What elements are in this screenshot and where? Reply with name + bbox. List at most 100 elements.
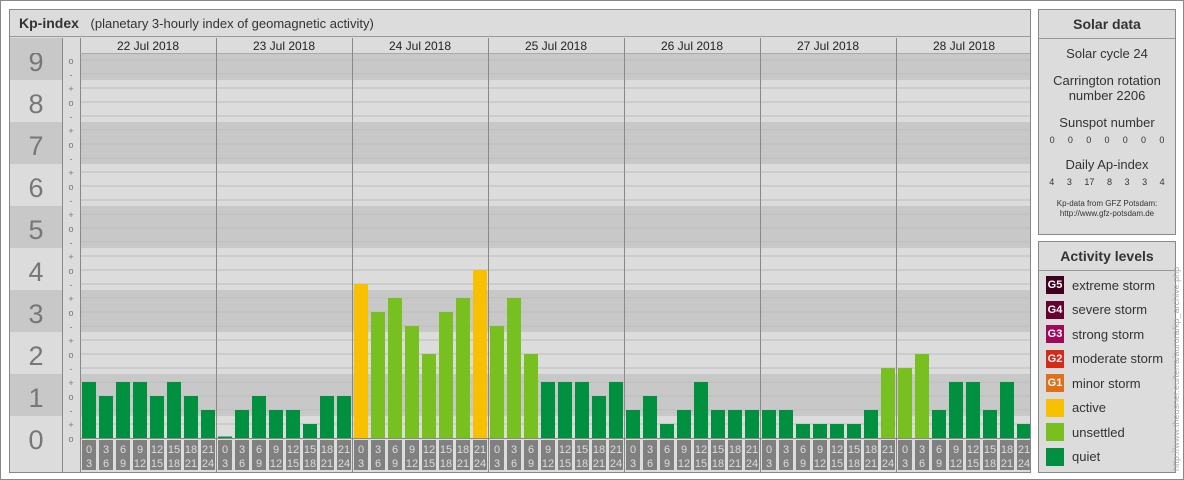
kp-bar <box>779 410 793 438</box>
interval-start: 15 <box>304 444 316 456</box>
interval-start: 0 <box>766 444 772 456</box>
day-label: 24 Jul 2018 <box>389 39 451 53</box>
legend-item-g2: G2 moderate storm <box>1039 347 1175 372</box>
kp-bar <box>524 354 538 438</box>
day-label: 23 Jul 2018 <box>253 39 315 53</box>
day-label: 28 Jul 2018 <box>933 39 995 53</box>
kp-bar <box>235 410 249 438</box>
interval-start: 3 <box>647 444 653 456</box>
interval-start: 15 <box>848 444 860 456</box>
sub-tick-label: - <box>70 406 73 416</box>
kp-bar <box>711 410 725 438</box>
interval-end: 24 <box>338 458 350 470</box>
interval-start: 15 <box>576 444 588 456</box>
interval-start: 21 <box>202 444 214 456</box>
y-tick-label: 7 <box>28 131 43 161</box>
sub-tick-label: o <box>68 140 73 150</box>
legend-item-unsettled: unsettled <box>1039 420 1175 445</box>
y-band-label-bg <box>10 38 62 53</box>
ap-value: 3 <box>1066 177 1072 187</box>
kp-bar <box>575 382 589 438</box>
interval-start: 0 <box>902 444 908 456</box>
sunspot-value: 0 <box>1086 135 1092 145</box>
interval-end: 15 <box>967 458 979 470</box>
sub-tick-label: o <box>68 56 73 66</box>
interval-end: 15 <box>831 458 843 470</box>
source-line1: Kp-data from GFZ Potsdam: <box>1056 199 1158 208</box>
interval-start: 6 <box>800 444 806 456</box>
solar-data-panel: Solar data Solar cycle 24 Carrington rot… <box>1038 9 1176 235</box>
interval-start: 15 <box>712 444 724 456</box>
kp-bar <box>507 298 521 438</box>
sub-tick-label: o <box>68 350 73 360</box>
kp-bar <box>694 382 708 438</box>
interval-end: 3 <box>902 458 908 470</box>
interval-end: 21 <box>457 458 469 470</box>
legend-label: active <box>1072 400 1106 416</box>
kp-bar <box>184 396 198 438</box>
interval-start: 9 <box>273 444 279 456</box>
y-tick-label: 0 <box>28 425 43 455</box>
interval-end: 6 <box>375 458 381 470</box>
legend-item-g5: G5 extreme storm <box>1039 273 1175 298</box>
interval-end: 24 <box>474 458 486 470</box>
interval-end: 9 <box>392 458 398 470</box>
day-label: 22 Jul 2018 <box>117 39 179 53</box>
interval-end: 9 <box>664 458 670 470</box>
interval-end: 21 <box>1001 458 1013 470</box>
kp-bar <box>983 410 997 438</box>
interval-end: 21 <box>865 458 877 470</box>
interval-end: 24 <box>1018 458 1030 470</box>
legend-item-active: active <box>1039 396 1175 421</box>
interval-end: 15 <box>151 458 163 470</box>
interval-end: 24 <box>882 458 894 470</box>
interval-start: 18 <box>593 444 605 456</box>
interval-start: 18 <box>321 444 333 456</box>
interval-end: 24 <box>610 458 622 470</box>
sub-tick-label: + <box>68 294 73 304</box>
interval-end: 12 <box>134 458 146 470</box>
sub-tick-label: o <box>68 98 73 108</box>
y-tick-label: 8 <box>28 89 43 119</box>
kp-bar <box>201 410 215 438</box>
legend-label: unsettled <box>1072 424 1125 440</box>
kp-bar <box>456 298 470 438</box>
interval-start: 6 <box>256 444 262 456</box>
sub-tick-label: o <box>68 308 73 318</box>
kp-bar <box>99 396 113 438</box>
interval-end: 6 <box>239 458 245 470</box>
legend-item-quiet: quiet <box>1039 445 1175 470</box>
kp-bar <box>269 410 283 438</box>
kp-bar <box>898 368 912 438</box>
legend-item-g1: G1 minor storm <box>1039 371 1175 396</box>
day-label: 27 Jul 2018 <box>797 39 859 53</box>
kp-bar <box>626 410 640 438</box>
ap-value: 17 <box>1084 177 1095 187</box>
legend-swatch <box>1046 423 1064 442</box>
kp-bar <box>439 312 453 438</box>
kp-bar <box>728 410 742 438</box>
kp-bar <box>252 396 266 438</box>
legend-title: Activity levels <box>1039 242 1175 271</box>
interval-end: 24 <box>746 458 758 470</box>
interval-start: 21 <box>338 444 350 456</box>
sub-tick-label: + <box>68 126 73 136</box>
kp-bar <box>167 382 181 438</box>
interval-start: 18 <box>729 444 741 456</box>
sub-tick-label: + <box>68 420 73 430</box>
interval-start: 0 <box>630 444 636 456</box>
kp-bar <box>82 382 96 438</box>
interval-end: 9 <box>936 458 942 470</box>
interval-end: 3 <box>86 458 92 470</box>
interval-start: 6 <box>120 444 126 456</box>
interval-start: 0 <box>494 444 500 456</box>
interval-end: 3 <box>358 458 364 470</box>
solar-cycle: Solar cycle 24 <box>1066 46 1148 61</box>
interval-end: 3 <box>766 458 772 470</box>
kp-bar <box>592 396 606 438</box>
interval-start: 9 <box>681 444 687 456</box>
kp-bar <box>320 396 334 438</box>
legend-label: minor storm <box>1072 375 1141 391</box>
legend-swatch <box>1046 398 1064 417</box>
kp-bar <box>864 410 878 438</box>
